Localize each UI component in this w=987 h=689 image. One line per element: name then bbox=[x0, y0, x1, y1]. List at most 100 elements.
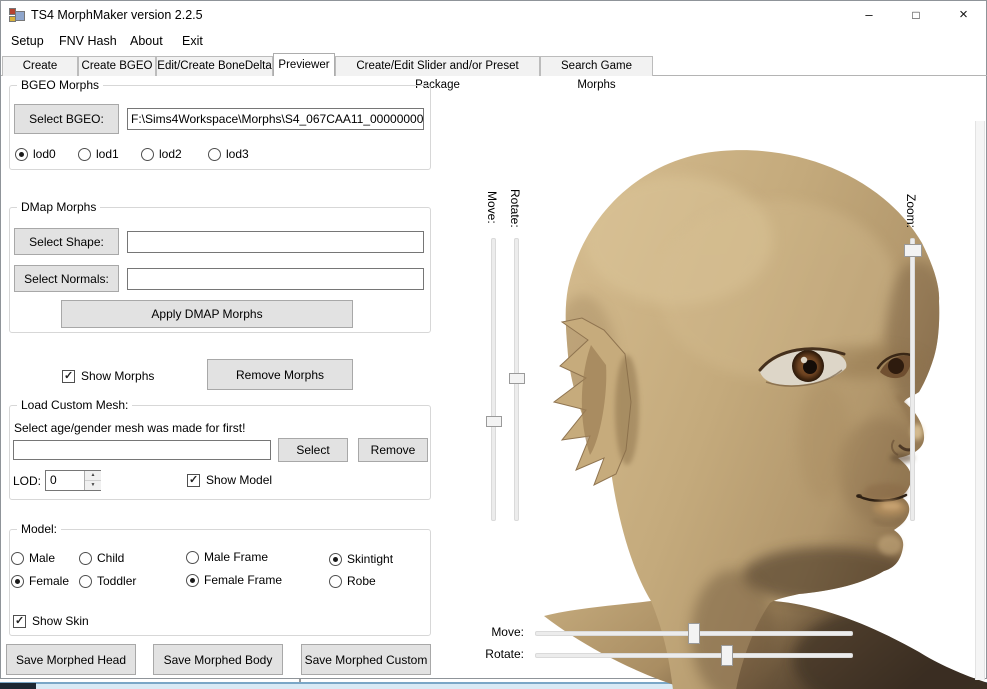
lod-spinner-arrows: ▲ ▼ bbox=[84, 471, 100, 490]
tab-edit-bonedelta[interactable]: Edit/Create BoneDelta bbox=[156, 56, 273, 76]
apply-dmap-button[interactable]: Apply DMAP Morphs bbox=[61, 300, 353, 328]
radio-child[interactable]: Child bbox=[79, 551, 124, 565]
lod-spin-up-icon[interactable]: ▲ bbox=[85, 471, 101, 481]
select-normals-button[interactable]: Select Normals: bbox=[14, 265, 119, 292]
show-model-checkbox[interactable]: Show Model bbox=[187, 473, 272, 487]
radio-female-circle bbox=[11, 575, 24, 588]
tab-previewer[interactable]: Previewer bbox=[273, 53, 335, 76]
custom-mesh-path-field[interactable] bbox=[13, 440, 271, 460]
save-morphed-body-button[interactable]: Save Morphed Body bbox=[153, 644, 283, 675]
tab-slider-preset[interactable]: Create/Edit Slider and/or Preset Package bbox=[335, 56, 540, 76]
radio-skintight-label: Skintight bbox=[347, 552, 393, 566]
radio-female-frame[interactable]: Female Frame bbox=[186, 573, 282, 587]
menu-item-about[interactable]: About bbox=[128, 29, 165, 53]
lod-spinner[interactable]: 0 ▲ ▼ bbox=[45, 470, 101, 491]
rotate-horizontal-track[interactable] bbox=[535, 653, 853, 658]
move-horizontal-thumb[interactable] bbox=[688, 623, 700, 644]
radio-lod2-label: lod2 bbox=[159, 147, 182, 161]
show-model-box bbox=[187, 474, 200, 487]
app-window: TS4 MorphMaker version 2.2.5 – □ × Setup… bbox=[0, 0, 987, 679]
custom-mesh-remove-button[interactable]: Remove bbox=[358, 438, 428, 462]
radio-robe[interactable]: Robe bbox=[329, 574, 376, 588]
radio-lod1-label: lod1 bbox=[96, 147, 119, 161]
remove-morphs-button[interactable]: Remove Morphs bbox=[207, 359, 353, 390]
tab-create-bgeo[interactable]: Create BGEO bbox=[78, 56, 156, 76]
move-horizontal-label: Move: bbox=[479, 625, 524, 639]
rotate-horizontal-thumb[interactable] bbox=[721, 645, 733, 666]
move-vertical-track[interactable] bbox=[491, 238, 496, 521]
radio-male[interactable]: Male bbox=[11, 551, 55, 565]
radio-lod1-circle bbox=[78, 148, 91, 161]
maximize-button[interactable]: □ bbox=[893, 1, 939, 29]
custom-mesh-hint: Select age/gender mesh was made for firs… bbox=[14, 421, 245, 435]
radio-skintight[interactable]: Skintight bbox=[329, 552, 393, 566]
show-morphs-checkbox[interactable]: Show Morphs bbox=[62, 369, 154, 383]
bgeo-path-field[interactable]: F:\Sims4Workspace\Morphs\S4_067CAA11_000… bbox=[127, 108, 424, 130]
tab-search-morphs[interactable]: Search Game Morphs bbox=[540, 56, 653, 76]
show-morphs-label: Show Morphs bbox=[81, 369, 154, 383]
shape-path-field[interactable] bbox=[127, 231, 424, 253]
radio-lod0[interactable]: lod0 bbox=[15, 147, 56, 161]
tab-create-dmaps[interactable]: Create DMaps bbox=[2, 56, 78, 76]
radio-skintight-circle bbox=[329, 553, 342, 566]
radio-lod3[interactable]: lod3 bbox=[208, 147, 249, 161]
radio-toddler[interactable]: Toddler bbox=[79, 574, 136, 588]
zoom-track[interactable] bbox=[910, 238, 915, 521]
show-morphs-box bbox=[62, 370, 75, 383]
menu-item-setup[interactable]: Setup bbox=[9, 29, 46, 53]
chin-highlight bbox=[878, 535, 902, 555]
minimize-button[interactable]: – bbox=[846, 1, 892, 29]
background-window-fragment bbox=[0, 683, 36, 689]
screen: TS4 MorphMaker version 2.2.5 – □ × Setup… bbox=[0, 0, 987, 689]
radio-robe-circle bbox=[329, 575, 342, 588]
radio-toddler-label: Toddler bbox=[97, 574, 136, 588]
move-vertical-label: Move: bbox=[485, 191, 499, 224]
radio-child-label: Child bbox=[97, 551, 124, 565]
right-edge-scrollbar[interactable] bbox=[975, 121, 985, 680]
close-button[interactable]: × bbox=[940, 1, 987, 29]
normals-path-field[interactable] bbox=[127, 268, 424, 290]
model-group-title: Model: bbox=[17, 522, 61, 536]
radio-lod1[interactable]: lod1 bbox=[78, 147, 119, 161]
app-icon bbox=[9, 7, 25, 23]
rotate-vertical-thumb[interactable] bbox=[509, 373, 525, 384]
lod-label: LOD: bbox=[13, 474, 41, 488]
show-skin-checkbox[interactable]: Show Skin bbox=[13, 614, 89, 628]
save-morphed-head-button[interactable]: Save Morphed Head bbox=[6, 644, 136, 675]
window-title: TS4 MorphMaker version 2.2.5 bbox=[31, 1, 203, 29]
save-morphed-custom-button[interactable]: Save Morphed Custom bbox=[301, 644, 431, 675]
select-bgeo-button[interactable]: Select BGEO: bbox=[14, 104, 119, 134]
menubar: Setup FNV Hash About Exit bbox=[1, 29, 986, 53]
lod-spin-down-icon[interactable]: ▼ bbox=[85, 481, 101, 491]
bgeo-group-title: BGEO Morphs bbox=[17, 78, 103, 92]
radio-male-frame-circle bbox=[186, 551, 199, 564]
radio-female[interactable]: Female bbox=[11, 574, 69, 588]
rotate-horizontal-label: Rotate: bbox=[479, 647, 524, 661]
menu-item-fnv-hash[interactable]: FNV Hash bbox=[57, 29, 119, 53]
radio-child-circle bbox=[79, 552, 92, 565]
menu-item-exit[interactable]: Exit bbox=[180, 29, 205, 53]
select-shape-button[interactable]: Select Shape: bbox=[14, 228, 119, 255]
custom-mesh-select-button[interactable]: Select bbox=[278, 438, 348, 462]
show-skin-box bbox=[13, 615, 26, 628]
radio-lod2-circle bbox=[141, 148, 154, 161]
radio-female-frame-label: Female Frame bbox=[204, 573, 282, 587]
3d-head-preview[interactable] bbox=[528, 140, 987, 689]
radio-lod0-label: lod0 bbox=[33, 147, 56, 161]
rotate-vertical-label: Rotate: bbox=[508, 189, 522, 228]
zoom-thumb[interactable] bbox=[904, 244, 922, 257]
radio-lod0-circle bbox=[15, 148, 28, 161]
move-vertical-thumb[interactable] bbox=[486, 416, 502, 427]
dmap-group-title: DMap Morphs bbox=[17, 200, 100, 214]
tab-strip: Create DMaps Create BGEO Edit/Create Bon… bbox=[1, 53, 986, 76]
radio-male-frame[interactable]: Male Frame bbox=[186, 550, 268, 564]
radio-robe-label: Robe bbox=[347, 574, 376, 588]
zoom-label: Zoom: bbox=[904, 194, 918, 228]
radio-male-frame-label: Male Frame bbox=[204, 550, 268, 564]
show-skin-label: Show Skin bbox=[32, 614, 89, 628]
radio-lod2[interactable]: lod2 bbox=[141, 147, 182, 161]
radio-toddler-circle bbox=[79, 575, 92, 588]
titlebar[interactable]: TS4 MorphMaker version 2.2.5 – □ × bbox=[1, 1, 986, 29]
radio-male-circle bbox=[11, 552, 24, 565]
custom-mesh-group-title: Load Custom Mesh: bbox=[17, 398, 132, 412]
